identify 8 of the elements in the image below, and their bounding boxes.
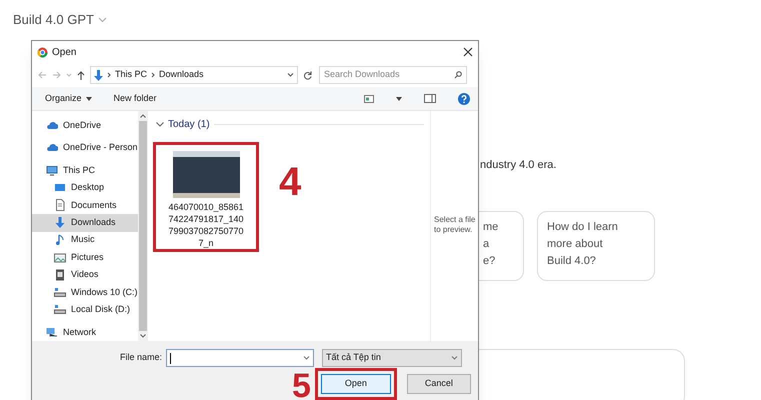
step-number: 5 — [292, 370, 311, 400]
field-label: File name: — [118, 351, 163, 364]
intro-text: ndustry 4.0 era. — [480, 159, 556, 171]
file-name: 464070010_8586174224791817_1407990370827507707_n — [167, 201, 245, 249]
dialog-title: Open — [52, 46, 76, 60]
step-number: 4 — [279, 162, 302, 202]
app-title: Build 4.0 GPT — [13, 11, 94, 30]
preview-hint: Select a file to preview. — [434, 215, 476, 235]
